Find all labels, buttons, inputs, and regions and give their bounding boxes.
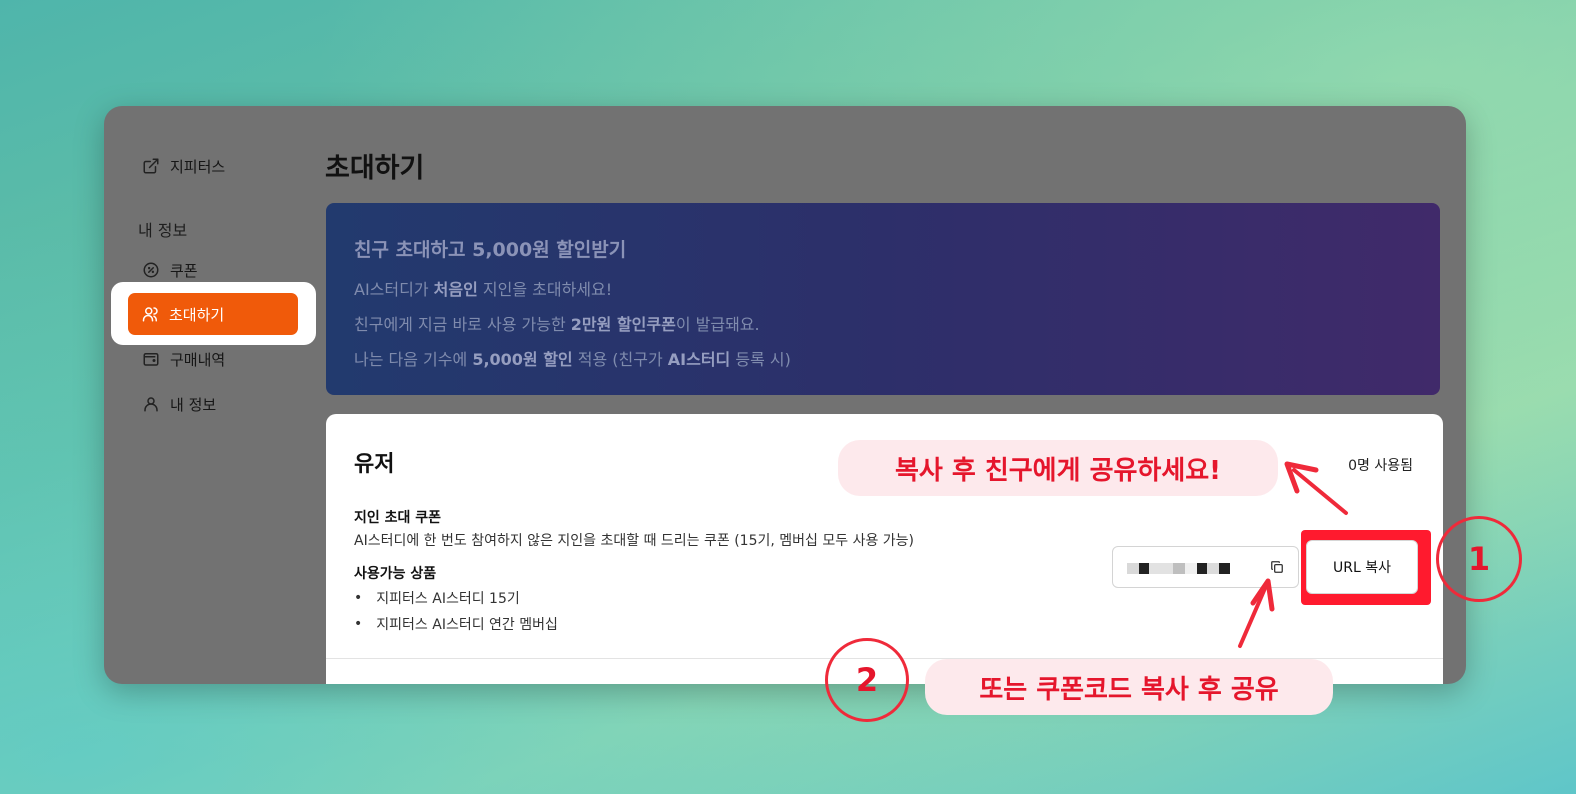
list-item: 지피터스 AI스터디 15기 xyxy=(354,588,558,608)
sidebar-item-label: 내 정보 xyxy=(170,395,217,414)
user-icon xyxy=(144,397,158,412)
banner-text: 이 발급돼요. xyxy=(675,315,760,334)
banner-text: 적용 (친구가 xyxy=(572,350,668,369)
wallet-icon xyxy=(143,353,159,366)
banner-line-2: 친구에게 지금 바로 사용 가능한 2만원 할인쿠폰이 발급돼요. xyxy=(354,311,1412,335)
list-item: 지피터스 AI스터디 연간 멤버십 xyxy=(354,614,558,634)
copy-icon[interactable] xyxy=(1270,560,1284,574)
coupon-icon xyxy=(143,262,159,278)
sidebar-item-invite[interactable]: 초대하기 xyxy=(128,293,298,335)
sidebar-item-label: 쿠폰 xyxy=(170,261,198,280)
banner-text: 등록 시) xyxy=(730,350,791,369)
banner-line-1: AI스터디가 처음인 지인을 초대하세요! xyxy=(354,276,1412,300)
masked-code xyxy=(1197,563,1207,574)
masked-code xyxy=(1139,563,1149,574)
sidebar-item-my-info[interactable]: 내 정보 xyxy=(142,392,216,416)
sidebar-item-coupon[interactable]: 쿠폰 xyxy=(142,258,198,282)
banner-text: 지인을 초대하세요! xyxy=(477,280,613,299)
invite-banner: 친구 초대하고 5,000원 할인받기 AI스터디가 처음인 지인을 초대하세요… xyxy=(326,203,1440,395)
sidebar-item-label: 지피터스 xyxy=(170,157,226,176)
users-icon xyxy=(142,307,158,322)
banner-text: AI스터디가 xyxy=(354,280,434,299)
masked-code xyxy=(1219,563,1230,574)
callout-coupon-code: 또는 쿠폰코드 복사 후 공유 xyxy=(925,659,1333,715)
coupon-description: AI스터디에 한 번도 참여하지 않은 지인을 초대할 때 드리는 쿠폰 (15… xyxy=(354,533,914,549)
sidebar-item-label: 구매내역 xyxy=(170,350,226,369)
sidebar-item-label: 초대하기 xyxy=(169,305,225,324)
card-title: 유저 xyxy=(354,452,395,477)
banner-bold: 2만원 할인쿠폰 xyxy=(570,315,676,334)
banner-bold: 처음인 xyxy=(433,280,478,299)
coupon-code-field[interactable] xyxy=(1112,546,1299,588)
banner-bold: 5,000원 할인 xyxy=(472,350,573,369)
sidebar-item-purchases[interactable]: 구매내역 xyxy=(142,347,225,371)
banner-bold: AI스터디 xyxy=(667,350,731,369)
coupon-label: 지인 초대 쿠폰 xyxy=(354,510,442,526)
masked-code xyxy=(1149,563,1173,574)
url-copy-button[interactable]: URL 복사 xyxy=(1306,540,1418,594)
callout-share: 복사 후 친구에게 공유하세요! xyxy=(838,440,1278,496)
products-label: 사용가능 상품 xyxy=(354,566,437,582)
sidebar-item-gpters[interactable]: 지피터스 xyxy=(142,154,225,178)
page-title: 초대하기 xyxy=(325,153,425,184)
banner-text: 나는 다음 기수에 xyxy=(354,350,473,369)
external-link-icon xyxy=(143,158,159,174)
masked-code xyxy=(1207,563,1219,574)
banner-line-3: 나는 다음 기수에 5,000원 할인 적용 (친구가 AI스터디 등록 시) xyxy=(354,346,1412,370)
step-number-2: 2 xyxy=(825,638,909,722)
step-number-1: 1 xyxy=(1436,516,1522,602)
active-item-highlight: 초대하기 xyxy=(111,282,316,345)
sidebar-section-title: 내 정보 xyxy=(138,221,188,240)
masked-code xyxy=(1173,563,1185,574)
masked-code xyxy=(1127,563,1139,574)
masked-code xyxy=(1185,563,1197,574)
usage-count: 0명 사용됨 xyxy=(1348,458,1413,474)
app-window: 지피터스 내 정보 쿠폰 초대하기 구매내역 내 정보 초대하기 친구 초대하고… xyxy=(104,106,1466,684)
products-list: 지피터스 AI스터디 15기 지피터스 AI스터디 연간 멤버십 xyxy=(354,588,558,640)
banner-text: 친구에게 지금 바로 사용 가능한 xyxy=(354,315,571,334)
banner-title: 친구 초대하고 5,000원 할인받기 xyxy=(354,239,627,261)
